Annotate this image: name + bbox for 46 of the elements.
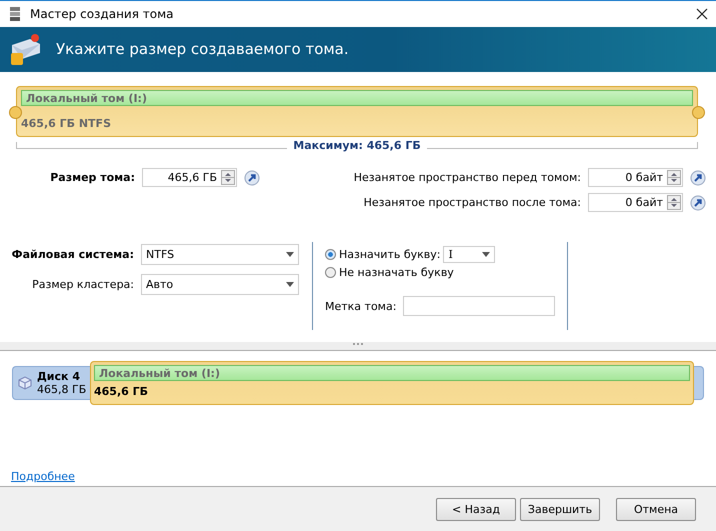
grip-icon[interactable] bbox=[352, 342, 364, 346]
field-label: Метка тома: bbox=[325, 300, 396, 312]
spin-field[interactable]: 0 байт bbox=[588, 168, 683, 187]
field-label: Незанятое пространство после тома: bbox=[364, 196, 581, 209]
radio-label[interactable]: Не назначать букву bbox=[339, 266, 454, 279]
radio-label[interactable]: Назначить букву: bbox=[339, 248, 440, 261]
maximum-size: Максимум: 465,6 ГБ bbox=[293, 139, 421, 152]
wizard-button[interactable]: Завершить bbox=[520, 498, 600, 520]
radio-button[interactable] bbox=[325, 249, 336, 260]
window-title: Мастер создания тома bbox=[30, 6, 174, 21]
caret-icon bbox=[482, 252, 490, 257]
disk-bar[interactable]: Диск 4 465,8 ГБ bbox=[12, 366, 90, 400]
cluster-size-dropdown[interactable]: Авто bbox=[141, 274, 299, 295]
disk-name: Диск 4 bbox=[37, 370, 81, 383]
spin-buttons-icon[interactable] bbox=[668, 196, 680, 209]
wizard-drive-icon bbox=[8, 31, 42, 68]
caret-icon bbox=[286, 282, 294, 287]
disk-stack-icon bbox=[8, 6, 22, 22]
resize-handle[interactable] bbox=[9, 106, 22, 119]
spin-field[interactable]: 0 байт bbox=[588, 193, 683, 212]
caret-icon bbox=[286, 252, 294, 257]
field-label: Размер кластера: bbox=[32, 278, 134, 291]
close-icon[interactable] bbox=[696, 8, 708, 20]
disk-bar-end bbox=[694, 366, 704, 400]
header-title: Укажите размер создаваемого тома. bbox=[56, 40, 349, 58]
disk-capacity: 465,8 ГБ bbox=[37, 383, 86, 396]
volume-label: Локальный том (I:) bbox=[26, 92, 147, 104]
partition-block[interactable]: Локальный том (I:) 465,6 ГБ bbox=[90, 361, 694, 405]
resize-handle[interactable] bbox=[692, 106, 705, 119]
volume-bar[interactable]: Локальный том (I:) 465,6 ГБ NTFS bbox=[16, 86, 698, 137]
field-label: Незанятое пространство перед томом: bbox=[354, 171, 581, 184]
cancel-button[interactable]: Отмена bbox=[616, 498, 696, 520]
file-system-dropdown[interactable]: NTFS bbox=[141, 244, 299, 265]
volume-info: 465,6 ГБ NTFS bbox=[21, 117, 112, 130]
wizard-button[interactable]: < Назад bbox=[436, 498, 516, 520]
spin-buttons-icon[interactable] bbox=[222, 171, 234, 184]
letter-dropdown[interactable]: I bbox=[443, 246, 496, 263]
partition-label: Локальный том (I:) bbox=[99, 366, 220, 380]
details-link[interactable]: Подробнее bbox=[11, 470, 75, 482]
field-label: Размер тома: bbox=[50, 171, 135, 184]
input-field[interactable] bbox=[403, 296, 556, 316]
partition-size: 465,6 ГБ bbox=[94, 385, 150, 398]
spin-field[interactable]: 465,6 ГБ bbox=[142, 168, 237, 187]
radio-button[interactable] bbox=[325, 267, 336, 278]
spin-buttons-icon[interactable] bbox=[668, 171, 680, 184]
field-label: Файловая система: bbox=[12, 248, 134, 261]
